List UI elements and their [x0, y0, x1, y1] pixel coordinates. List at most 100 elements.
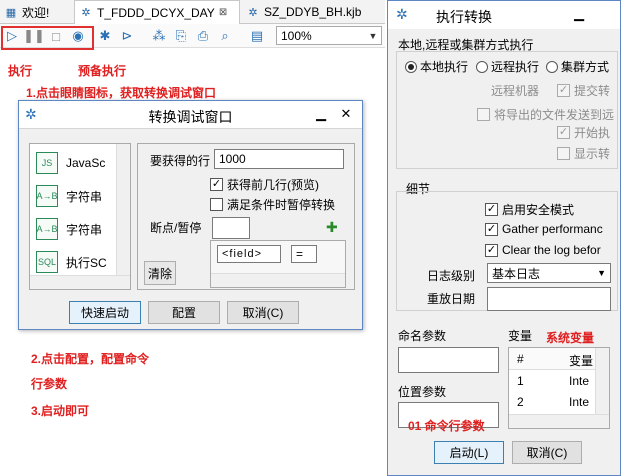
- send-files-checkbox[interactable]: 将导出的文件发送到远: [477, 106, 614, 123]
- replay-date-label: 重放日期: [427, 292, 476, 306]
- field-input[interactable]: <field>: [217, 245, 281, 263]
- annotation-preview: 预备执行: [78, 64, 127, 78]
- details-group: ✓ 启用安全模式 ✓ Gather performanc ✓ Clear the lo…: [396, 191, 618, 311]
- checkbox-label: Clear the log befor: [502, 243, 601, 257]
- annotation-cmdparam: 01 命令行参数: [408, 419, 485, 433]
- close-icon[interactable]: ✕: [335, 105, 357, 123]
- breakpoint-label: 断点/暂停: [150, 221, 202, 235]
- string-step-icon: A→B: [36, 185, 58, 207]
- pause-condition-checkbox[interactable]: 满足条件时暂停转换: [210, 196, 335, 213]
- radio-label: 远程执行: [491, 60, 540, 74]
- breakpoint-input[interactable]: [212, 217, 250, 239]
- list-item[interactable]: JS JavaSc: [30, 146, 118, 180]
- verify-icon[interactable]: ⁂: [150, 27, 168, 45]
- chevron-down-icon: ▼: [597, 268, 606, 278]
- column-header: 变量: [569, 354, 594, 368]
- debug-dialog: ✲ 转换调试窗口 ▁ ✕ JS JavaSc A→B 字符串 A→B 字符串 S…: [18, 100, 363, 330]
- horizontal-scrollbar[interactable]: [30, 275, 130, 289]
- condition-area: <field> =: [210, 240, 346, 288]
- cancel-button[interactable]: 取消(C): [227, 301, 299, 324]
- tab-label: 欢迎!: [22, 5, 50, 20]
- step-label: 字符串: [66, 222, 103, 237]
- execute-dialog: ✲ 执行转换 ▁ 本地,远程或集群方式执行 本地执行 远程执行 集群方式 远程机…: [387, 0, 621, 476]
- zoom-select[interactable]: 100% ▼: [276, 26, 382, 45]
- checkbox-label: 提交转: [574, 84, 611, 98]
- show-checkbox[interactable]: 显示转: [557, 145, 610, 162]
- checkbox-label: 获得前几行(预览): [227, 178, 319, 192]
- close-icon[interactable]: ⊠: [219, 7, 227, 18]
- dialog-titlebar: ✲ 执行转换 ▁: [388, 1, 620, 29]
- operator-input[interactable]: =: [291, 245, 317, 263]
- checkbox-label: 启用安全模式: [502, 203, 575, 217]
- start-checkbox[interactable]: ✓ 开始执: [557, 124, 610, 141]
- remote-radio[interactable]: 远程执行: [476, 58, 539, 75]
- add-condition-icon[interactable]: ✚: [326, 219, 338, 236]
- checkmark-icon: ✓: [210, 178, 223, 191]
- horizontal-scrollbar[interactable]: [211, 273, 345, 287]
- tab-job[interactable]: ✲ SZ_DDYB_BH.kjb: [242, 0, 385, 24]
- clear-log-checkbox[interactable]: ✓ Clear the log befor: [485, 243, 601, 257]
- quick-start-button[interactable]: 快速启动: [69, 301, 141, 324]
- submit-checkbox[interactable]: ✓ 提交转: [557, 82, 610, 99]
- rows-label: 要获得的行: [150, 154, 211, 168]
- named-params-label: 命名参数: [398, 329, 447, 343]
- minimize-icon[interactable]: ▁: [568, 5, 590, 23]
- chevron-down-icon: ▼: [368, 30, 378, 41]
- radio-label: 本地执行: [420, 60, 469, 74]
- list-item[interactable]: A→B 字符串: [30, 212, 118, 246]
- checkbox-label: 开始执: [574, 126, 611, 140]
- annotation-step3: 3.启动即可: [31, 404, 90, 418]
- tab-transformation[interactable]: ✲ T_FDDD_DCYX_DAY ⊠: [74, 0, 240, 24]
- horizontal-scrollbar[interactable]: [509, 414, 609, 428]
- tab-label: SZ_DDYB_BH.kjb: [264, 5, 362, 19]
- step-list[interactable]: JS JavaSc A→B 字符串 A→B 字符串 SQL 执行SC: [29, 143, 131, 290]
- sql-icon[interactable]: ⎙: [194, 27, 212, 45]
- minimize-icon[interactable]: ▁: [310, 105, 332, 123]
- log-level-select[interactable]: 基本日志 ▼: [487, 263, 611, 283]
- debug-icon[interactable]: ✱: [96, 27, 114, 45]
- highlight-box: [1, 26, 94, 50]
- column-header: #: [517, 352, 524, 366]
- clear-button[interactable]: 清除: [144, 261, 176, 285]
- show-results-icon[interactable]: ▤: [248, 27, 266, 45]
- rows-input[interactable]: 1000: [214, 149, 344, 169]
- transformation-icon: ✲: [396, 6, 408, 22]
- remote-machine-label: 远程机器: [491, 84, 540, 98]
- impact-icon[interactable]: ⎘: [172, 27, 190, 45]
- vertical-scrollbar[interactable]: [116, 144, 130, 289]
- position-params-label: 位置参数: [398, 385, 447, 399]
- step-label: JavaSc: [66, 156, 106, 170]
- annotation-sysvar: 系统变量: [546, 331, 595, 345]
- variables-label: 变量: [508, 329, 533, 343]
- configure-button[interactable]: 配置: [148, 301, 220, 324]
- variables-table[interactable]: # 变量 1 Inte 2 Inte: [508, 347, 610, 429]
- named-params-area[interactable]: [398, 347, 499, 373]
- replay-date-input[interactable]: [487, 287, 611, 311]
- table-row[interactable]: 1 Inte: [509, 371, 597, 391]
- row-value: Inte: [569, 395, 590, 409]
- job-icon: ✲: [248, 6, 258, 19]
- radio-label: 集群方式: [561, 60, 610, 74]
- tab-welcome[interactable]: ▦ 欢迎!: [0, 0, 74, 24]
- log-level-label: 日志级别: [427, 269, 476, 283]
- safe-mode-checkbox[interactable]: ✓ 启用安全模式: [485, 201, 574, 218]
- dialog-titlebar: ✲ 转换调试窗口 ▁ ✕: [19, 101, 362, 129]
- checkbox-label: 将导出的文件发送到远: [494, 108, 615, 122]
- list-item[interactable]: A→B 字符串: [30, 179, 118, 213]
- tab-label: T_FDDD_DCYX_DAY: [97, 5, 215, 20]
- launch-button[interactable]: 启动(L): [434, 441, 504, 464]
- explore-db-icon[interactable]: ⌕: [216, 27, 234, 45]
- checkbox-label: 显示转: [574, 147, 611, 161]
- annotation-step1: 1.点击眼睛图标，获取转换调试窗口: [26, 86, 217, 100]
- local-radio[interactable]: 本地执行: [405, 58, 468, 75]
- exec-group: 本地执行 远程执行 集群方式 远程机器 ✓ 提交转 将导出的文件发送到远 ✓ 开始执…: [396, 51, 618, 169]
- table-row[interactable]: 2 Inte: [509, 392, 597, 412]
- replay-icon[interactable]: ⊳: [118, 27, 136, 45]
- list-item[interactable]: SQL 执行SC: [30, 245, 118, 279]
- cancel-button[interactable]: 取消(C): [512, 441, 582, 464]
- cluster-radio[interactable]: 集群方式: [546, 58, 609, 75]
- step-label: 字符串: [66, 189, 103, 204]
- get-before-checkbox[interactable]: ✓ 获得前几行(预览): [210, 176, 319, 193]
- gather-performance-checkbox[interactable]: ✓ Gather performanc: [485, 222, 603, 236]
- sql-step-icon: SQL: [36, 251, 58, 273]
